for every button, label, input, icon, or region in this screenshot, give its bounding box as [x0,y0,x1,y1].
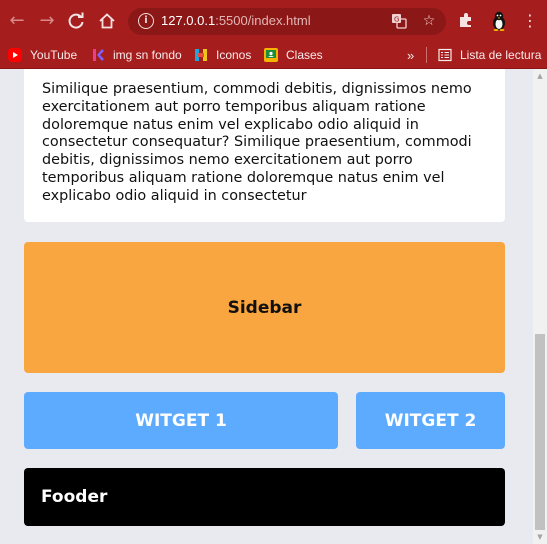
svg-text:G: G [394,16,399,24]
bookmark-label: img sn fondo [113,48,182,62]
reload-icon[interactable] [66,11,86,31]
widget-1: WITGET 1 [24,392,338,449]
address-bar[interactable]: i 127.0.0.1:5500/index.html G ☆ [128,8,446,35]
bookmark-label: YouTube [30,48,78,62]
profile-avatar-icon[interactable] [490,11,508,31]
classroom-icon [264,48,278,62]
page-viewport: Similique praesentium, commodi debitis, … [0,69,533,544]
browser-toolbar: ← → i 127.0.0.1:5500/index.html G ☆ ⋮ [0,0,547,42]
site-info-icon[interactable]: i [138,13,154,29]
page-scrollbar[interactable]: ▲ ▼ [533,69,547,544]
overflow-chevron-icon: » [407,47,415,63]
bookmark-star-icon[interactable]: ☆ [420,12,438,30]
extensions-icon[interactable] [456,11,476,31]
scroll-down-icon[interactable]: ▼ [536,533,544,541]
bookmark-label: Clases [286,48,323,62]
reading-list-button[interactable]: Lista de lectura [438,45,541,65]
kapwing-icon [91,48,105,62]
url-text: 127.0.0.1:5500/index.html [161,13,311,28]
reading-list-label: Lista de lectura [460,48,542,62]
bookmarks-separator [426,47,427,63]
translate-icon[interactable]: G [390,12,408,30]
scroll-up-icon[interactable]: ▲ [536,72,544,80]
scrollbar-thumb[interactable] [535,334,545,530]
sidebar-section: Sidebar [24,242,505,373]
bookmark-clases[interactable]: Clases [264,45,323,65]
widget-2-label: WITGET 2 [384,410,477,431]
iconos-icon [194,48,208,62]
home-icon[interactable] [97,11,117,31]
back-icon[interactable]: ← [7,11,27,31]
bookmark-iconos[interactable]: Iconos [194,45,251,65]
content-paragraph: Similique praesentium, commodi debitis, … [42,81,472,204]
youtube-icon [8,48,22,62]
bookmark-label: Iconos [216,48,252,62]
widget-1-label: WITGET 1 [135,410,227,431]
sidebar-label: Sidebar [227,297,302,318]
widget-2: WITGET 2 [356,392,505,449]
menu-kebab-icon[interactable]: ⋮ [520,11,540,31]
footer-section: Fooder [24,468,505,526]
forward-icon[interactable]: → [37,11,57,31]
bookmark-img-sn-fondo[interactable]: img sn fondo [91,45,182,65]
bookmarks-overflow-button[interactable]: » [407,45,414,65]
bookmark-youtube[interactable]: YouTube [8,45,77,65]
reading-list-icon [438,48,452,62]
bookmarks-bar: YouTube img sn fondo Iconos Clases » Lis… [0,42,547,69]
footer-label: Fooder [41,487,108,507]
content-card: Similique praesentium, commodi debitis, … [24,69,505,222]
